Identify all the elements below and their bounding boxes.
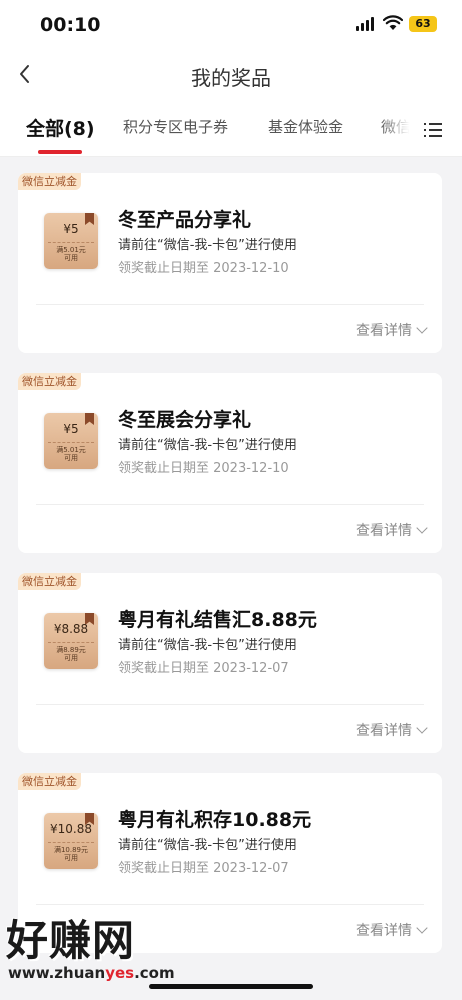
coupon-usable: 可用 [64,854,78,862]
prize-card[interactable]: 微信立减金 ¥5 满5.01元 可用 冬至展会分享礼 请前往“微信-我-卡包”进行… [18,373,442,553]
view-details-label: 查看详情 [356,923,412,939]
chevron-down-icon [416,922,428,934]
card-title: 粤月有礼积存10.88元 [118,809,312,831]
view-details-button[interactable]: 查看详情 [356,320,428,340]
card-instruction: 请前往“微信-我-卡包”进行使用 [118,838,297,853]
battery-icon: 63 [409,16,437,32]
card-deadline: 领奖截止日期至 2023-12-07 [118,861,289,876]
prize-card[interactable]: 微信立减金 ¥8.88 满8.89元 可用 粤月有礼结售汇8.88元 请前往“微信… [18,573,442,753]
coupon-thumbnail: ¥8.88 满8.89元 可用 [44,613,98,669]
divider [36,704,424,705]
divider [36,304,424,305]
coupon-usable: 可用 [64,254,78,262]
watermark: 好赚网 www.zhuanyes.com [6,916,175,983]
status-time: 00:10 [40,14,101,36]
signal-icon [356,17,376,31]
card-title: 冬至产品分享礼 [118,209,252,231]
wifi-icon [383,15,403,30]
card-deadline: 领奖截止日期至 2023-12-10 [118,261,289,276]
coupon-thumbnail: ¥5 满5.01元 可用 [44,413,98,469]
card-tag: 微信立减金 [18,773,81,790]
tab-indicator [38,150,82,154]
view-details-button[interactable]: 查看详情 [356,720,428,740]
card-tag: 微信立减金 [18,373,81,390]
card-instruction: 请前往“微信-我-卡包”进行使用 [118,638,297,653]
coupon-condition: 满10.89元 [53,846,89,854]
coupon-condition: 满5.01元 [56,446,86,454]
nav-bar: 我的奖品 [0,48,462,104]
card-title: 粤月有礼结售汇8.88元 [118,609,317,631]
coupon-condition: 满8.89元 [56,646,86,654]
divider [36,504,424,505]
view-details-label: 查看详情 [356,323,412,339]
view-details-button[interactable]: 查看详情 [356,920,428,940]
tab-fade [380,104,422,156]
chevron-down-icon [416,722,428,734]
tab-fund-trial[interactable]: 基金体验金 [268,116,343,137]
coupon-amount: ¥5 [63,222,79,236]
view-details-label: 查看详情 [356,723,412,739]
coupon-amount: ¥8.88 [53,622,89,636]
coupon-thumbnail: ¥5 满5.01元 可用 [44,213,98,269]
tab-points-vouchers[interactable]: 积分专区电子券 [123,116,228,137]
card-title: 冬至展会分享礼 [118,409,252,431]
tab-bar: 全部(8) 积分专区电子券 基金体验金 微信 [0,104,462,157]
coupon-amount: ¥5 [63,422,79,436]
status-bar: 00:10 63 [0,0,462,48]
tab-all[interactable]: 全部(8) [26,114,95,141]
coupon-usable: 可用 [64,654,78,662]
view-details-label: 查看详情 [356,523,412,539]
chevron-down-icon [416,522,428,534]
card-instruction: 请前往“微信-我-卡包”进行使用 [118,438,297,453]
watermark-url: www.zhuanyes.com [8,964,175,982]
chevron-down-icon [416,322,428,334]
watermark-logo: 好赚网 [6,916,136,965]
card-tag: 微信立减金 [18,173,81,190]
divider [36,904,424,905]
card-deadline: 领奖截止日期至 2023-12-07 [118,661,289,676]
home-indicator [149,984,313,989]
coupon-usable: 可用 [64,454,78,462]
card-instruction: 请前往“微信-我-卡包”进行使用 [118,238,297,253]
coupon-thumbnail: ¥10.88 满10.89元 可用 [44,813,98,869]
menu-icon[interactable] [424,122,442,138]
coupon-condition: 满5.01元 [56,246,86,254]
coupon-amount: ¥10.88 [50,822,92,836]
prize-card[interactable]: 微信立减金 ¥5 满5.01元 可用 冬至产品分享礼 请前往“微信-我-卡包”进行… [18,173,442,353]
page-title: 我的奖品 [191,66,271,90]
card-deadline: 领奖截止日期至 2023-12-10 [118,461,289,476]
view-details-button[interactable]: 查看详情 [356,520,428,540]
card-tag: 微信立减金 [18,573,81,590]
